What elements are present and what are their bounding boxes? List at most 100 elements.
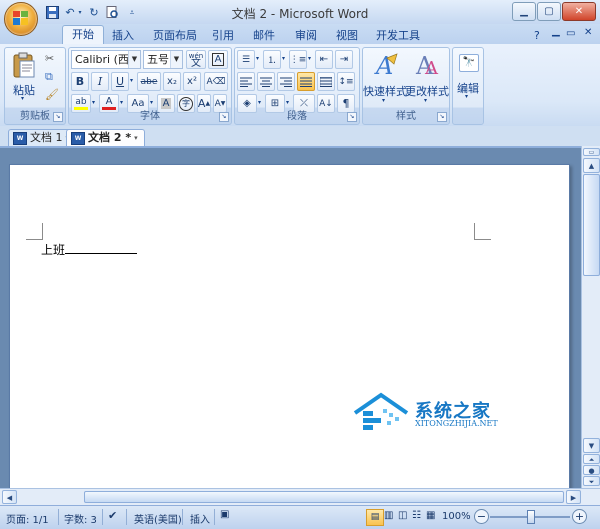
styles-group: A 快速样式 ▾ A A 更改样式 ▾ 样式 ↘ — [362, 47, 450, 125]
scroll-left-icon[interactable]: ◀ — [2, 490, 17, 504]
decrease-indent-button[interactable]: ⇤ — [315, 50, 333, 69]
page-count[interactable]: 页面: 1/1 — [6, 511, 49, 526]
help-icon[interactable]: ? — [534, 29, 540, 42]
macro-record-icon[interactable]: ▣ — [220, 509, 229, 520]
font-color-dropdown-icon[interactable]: ▾ — [120, 99, 123, 106]
status-bar: 页面: 1/1 字数: 3 ✔︎ 英语(美国) 插入 ▣ ▤ ▥ ◫ ☷ ▦ 1… — [0, 505, 600, 529]
zoom-in-icon[interactable]: + — [572, 509, 587, 524]
next-page-icon[interactable]: ⏷ — [583, 476, 600, 486]
minimize-icon[interactable]: ▁ — [512, 2, 536, 21]
scroll-right-icon[interactable]: ▶ — [566, 490, 581, 504]
doc-minimize-icon[interactable]: ▁ — [552, 26, 560, 37]
styles-launcher-icon[interactable]: ↘ — [437, 112, 447, 122]
status-separator — [182, 509, 183, 525]
window-title: 文档 2 - Microsoft Word — [231, 7, 369, 21]
align-right-button[interactable] — [277, 72, 295, 91]
office-button[interactable] — [4, 2, 38, 36]
document-text[interactable]: 上班 — [41, 241, 138, 258]
chevron-down-icon[interactable]: ▼ — [170, 51, 182, 68]
bullets-dropdown-icon[interactable]: ▾ — [256, 55, 259, 62]
underline-dropdown-icon[interactable]: ▾ — [130, 77, 133, 84]
horizontal-scroll-thumb[interactable] — [84, 491, 564, 503]
quick-styles-button[interactable]: A 快速样式 ▾ — [363, 50, 407, 106]
tab-references[interactable]: 引用 — [203, 27, 243, 44]
web-layout-icon[interactable]: ◫ — [398, 510, 407, 521]
highlight-dropdown-icon[interactable]: ▾ — [92, 99, 95, 106]
superscript-button[interactable]: x² — [183, 72, 201, 91]
clear-formatting-button[interactable]: A⌫ — [204, 72, 228, 91]
tab-insert[interactable]: 插入 — [103, 27, 143, 44]
maximize-icon[interactable]: ▢ — [537, 2, 561, 21]
word-count[interactable]: 字数: 3 — [64, 511, 97, 526]
full-screen-reading-icon[interactable]: ▥ — [384, 510, 393, 521]
change-case-dropdown-icon[interactable]: ▾ — [150, 99, 153, 106]
outline-view-icon[interactable]: ☷ — [412, 510, 421, 521]
document-page[interactable]: 上班 — [9, 164, 570, 495]
doc-restore-icon[interactable]: ▭ — [566, 28, 575, 39]
numbering-dropdown-icon[interactable]: ▾ — [282, 55, 285, 62]
align-left-button[interactable] — [237, 72, 255, 91]
multilevel-dropdown-icon[interactable]: ▾ — [308, 55, 311, 62]
doc-tab-label: 文档 2 * — [88, 131, 132, 144]
tab-page-layout[interactable]: 页面布局 — [144, 27, 206, 44]
close-icon[interactable]: ✕ — [562, 2, 596, 21]
doc-close-icon[interactable]: ✕ — [584, 27, 592, 38]
ruler-toggle-icon[interactable]: ▭ — [583, 148, 600, 156]
tab-mailings[interactable]: 邮件 — [244, 27, 284, 44]
scroll-down-icon[interactable]: ▼ — [583, 438, 600, 453]
italic-button[interactable]: I — [91, 72, 109, 91]
select-browse-object-icon[interactable]: ● — [583, 465, 600, 475]
draft-view-icon[interactable]: ▦ — [426, 510, 435, 521]
tab-home[interactable]: 开始 — [62, 25, 104, 45]
editing-button[interactable]: 🔭 编辑 ▾ — [454, 50, 482, 106]
font-launcher-icon[interactable]: ↘ — [219, 112, 229, 122]
font-name-value: Calibri (西文正 — [75, 53, 131, 66]
bold-button[interactable]: B — [71, 72, 89, 91]
previous-page-icon[interactable]: ⏶ — [583, 454, 600, 464]
tab-review[interactable]: 审阅 — [286, 27, 326, 44]
svg-text:A: A — [374, 52, 393, 78]
language-indicator[interactable]: 英语(美国) — [134, 511, 182, 526]
font-name-combo[interactable]: Calibri (西文正 ▼ — [71, 50, 141, 69]
doc-tab-2[interactable]: W 文档 2 * ▾ — [66, 129, 145, 146]
multilevel-list-button[interactable]: ⋮≡ — [289, 50, 307, 69]
chevron-down-icon[interactable]: ▼ — [128, 51, 140, 68]
status-separator — [58, 509, 59, 525]
change-styles-button[interactable]: A A 更改样式 ▾ — [405, 50, 449, 106]
subscript-button[interactable]: x₂ — [163, 72, 181, 91]
vertical-scrollbar[interactable]: ▭ ▲ ▼ ⏶ ● ⏷ — [581, 146, 600, 488]
horizontal-scrollbar[interactable]: ◀ ▶ — [0, 488, 600, 506]
zoom-slider-thumb[interactable] — [527, 510, 535, 524]
scroll-up-icon[interactable]: ▲ — [583, 158, 600, 173]
tab-view[interactable]: 视图 — [327, 27, 367, 44]
paragraph-launcher-icon[interactable]: ↘ — [347, 112, 357, 122]
status-separator — [126, 509, 127, 525]
bullets-button[interactable]: ☰ — [237, 50, 255, 69]
cut-icon[interactable]: ✂ — [45, 52, 54, 65]
numbering-button[interactable]: ⒈ — [263, 50, 281, 69]
zoom-level[interactable]: 100% — [442, 511, 471, 522]
align-center-button[interactable] — [257, 72, 275, 91]
borders-dropdown-icon[interactable]: ▾ — [286, 99, 289, 106]
tab-developer[interactable]: 开发工具 — [367, 27, 429, 44]
increase-indent-button[interactable]: ⇥ — [335, 50, 353, 69]
shading-dropdown-icon[interactable]: ▾ — [258, 99, 261, 106]
font-size-combo[interactable]: 五号 ▼ — [143, 50, 183, 69]
justify-button[interactable] — [297, 72, 315, 91]
line-spacing-button[interactable]: ↕≡ — [337, 72, 355, 91]
distributed-button[interactable] — [317, 72, 335, 91]
vertical-scroll-thumb[interactable] — [583, 174, 600, 276]
format-painter-icon[interactable]: 🖌 — [45, 88, 59, 101]
paste-button[interactable]: 粘贴 ▾ — [9, 50, 39, 104]
copy-icon[interactable]: ⧉ — [45, 70, 53, 84]
proofing-icon[interactable]: ✔︎ — [108, 509, 117, 522]
print-layout-view-icon[interactable]: ▤ — [366, 509, 384, 526]
zoom-out-icon[interactable]: − — [474, 509, 489, 524]
insert-mode[interactable]: 插入 — [190, 511, 210, 526]
clipboard-launcher-icon[interactable]: ↘ — [53, 112, 63, 122]
strikethrough-button[interactable]: abe — [137, 72, 161, 91]
character-border-button[interactable]: A — [208, 50, 228, 69]
underline-button[interactable]: U — [111, 72, 129, 91]
phonetic-guide-button[interactable]: wén 文 — [186, 50, 206, 69]
doc-tab-dropdown-icon[interactable]: ▾ — [134, 130, 138, 146]
